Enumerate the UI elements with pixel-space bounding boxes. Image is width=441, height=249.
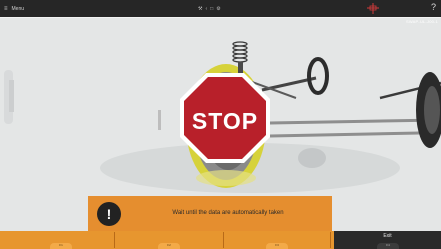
left-sensor bbox=[4, 70, 14, 124]
right-tire bbox=[416, 72, 441, 148]
doc-icon[interactable]: □ bbox=[210, 6, 213, 12]
menu-icon: ≡ bbox=[4, 5, 8, 12]
tool-icon[interactable]: ⚒ bbox=[198, 6, 202, 12]
status-message-text: Wait until the data are automatically ta… bbox=[172, 210, 284, 216]
function-key-divider bbox=[330, 232, 331, 248]
menu-label: Menu bbox=[11, 5, 25, 12]
function-key-label: F3 bbox=[275, 243, 279, 247]
spring bbox=[232, 41, 248, 63]
alignment-target-icon bbox=[367, 3, 379, 14]
chevron-left-icon[interactable]: ‹ bbox=[205, 6, 207, 12]
settings-icon[interactable]: ⚙ bbox=[216, 6, 220, 12]
top-toolbar: ≡ Menu ⚒ ‹ □ ⚙ ? bbox=[0, 0, 441, 17]
exclamation-icon: ! bbox=[97, 202, 121, 226]
function-key-label: F1 bbox=[59, 243, 63, 247]
function-key-divider bbox=[114, 232, 115, 248]
status-message-box: ! Wait until the data are automatically … bbox=[88, 196, 332, 232]
stop-sign-text: STOP bbox=[191, 108, 259, 134]
function-key-label: F2 bbox=[167, 243, 171, 247]
toolbar-icon-group: ⚒ ‹ □ ⚙ bbox=[198, 0, 221, 17]
function-key-label: F4 bbox=[386, 243, 390, 247]
function-key-divider bbox=[223, 232, 224, 248]
menu-button[interactable]: ≡ Menu bbox=[4, 0, 24, 17]
exit-label: Exit bbox=[383, 233, 392, 239]
help-button[interactable]: ? bbox=[431, 2, 436, 12]
